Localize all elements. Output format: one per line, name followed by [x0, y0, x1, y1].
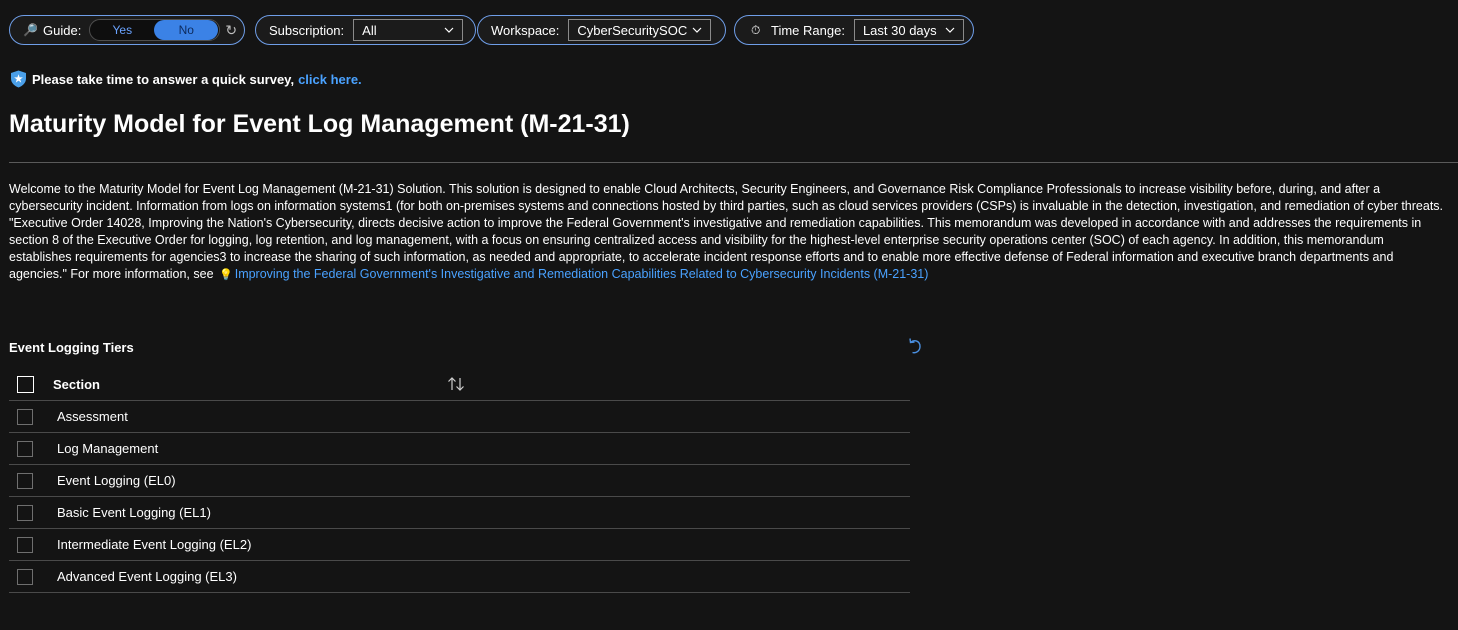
time-range-dropdown[interactable]: Last 30 days: [853, 19, 964, 41]
workspace-parameter: Workspace: CyberSecuritySOC: [477, 15, 726, 45]
time-range-label: Time Range:: [771, 22, 845, 38]
select-all-checkbox[interactable]: [17, 375, 34, 393]
row-checkbox[interactable]: [17, 440, 33, 457]
table-row[interactable]: Log Management: [9, 433, 910, 465]
guide-label: Guide:: [43, 22, 82, 38]
subscription-dropdown[interactable]: All: [353, 19, 464, 41]
subscription-label: Subscription:: [269, 22, 345, 38]
workspace-dropdown[interactable]: CyberSecuritySOC: [568, 19, 712, 41]
sort-icon[interactable]: [447, 376, 465, 392]
chevron-down-icon: [945, 27, 955, 33]
row-checkbox[interactable]: [17, 408, 33, 425]
subscription-parameter: Subscription: All: [255, 15, 476, 45]
row-checkbox[interactable]: [17, 568, 33, 585]
title-divider: [9, 162, 1458, 163]
page-title: Maturity Model for Event Log Management …: [9, 110, 630, 138]
row-label: Assessment: [57, 409, 128, 424]
chevron-down-icon: [692, 27, 702, 33]
guide-option-no[interactable]: No: [154, 20, 219, 40]
row-checkbox[interactable]: [17, 536, 33, 553]
grid-header: Section: [9, 368, 910, 401]
guide-parameter: 🔎 Guide: Yes No ↻: [9, 15, 245, 45]
column-header-section[interactable]: Section: [53, 377, 100, 392]
row-label: Event Logging (EL0): [57, 473, 176, 488]
survey-text: Please take time to answer a quick surve…: [32, 71, 295, 87]
subscription-value: All: [362, 22, 377, 38]
workspace-label: Workspace:: [491, 22, 560, 38]
row-label: Basic Event Logging (EL1): [57, 505, 211, 520]
shield-star-icon: [11, 70, 26, 88]
guide-toggle: Yes No: [89, 19, 221, 41]
m-21-31-link[interactable]: Improving the Federal Government's Inves…: [235, 267, 929, 281]
table-row[interactable]: Basic Event Logging (EL1): [9, 497, 910, 529]
time-range-value: Last 30 days: [862, 22, 937, 38]
table-row[interactable]: Advanced Event Logging (EL3): [9, 561, 910, 593]
lightbulb-icon: 💡: [219, 269, 233, 281]
workbook-page: 🔎 Guide: Yes No ↻ Subscription: All Work…: [0, 0, 1458, 630]
guide-option-yes[interactable]: Yes: [90, 20, 154, 40]
chevron-down-icon: [444, 27, 454, 33]
survey-banner: Please take time to answer a quick surve…: [10, 70, 362, 88]
table-row[interactable]: Intermediate Event Logging (EL2): [9, 529, 910, 561]
row-label: Advanced Event Logging (EL3): [57, 569, 237, 584]
event-logging-tiers-grid: Section Assessment Log Management Event …: [9, 368, 910, 593]
row-label: Log Management: [57, 441, 159, 456]
survey-link[interactable]: click here.: [298, 72, 362, 87]
row-label: Intermediate Event Logging (EL2): [57, 537, 252, 552]
refresh-icon[interactable]: ↻: [225, 22, 237, 39]
magnifier-icon: 🔎: [23, 23, 38, 37]
row-checkbox[interactable]: [17, 472, 33, 489]
undo-icon[interactable]: [905, 337, 925, 357]
row-checkbox[interactable]: [17, 504, 33, 521]
time-range-parameter: ⏱ Time Range: Last 30 days: [734, 15, 974, 45]
workspace-value: CyberSecuritySOC: [577, 22, 688, 38]
table-row[interactable]: Event Logging (EL0): [9, 465, 910, 497]
grid-title: Event Logging Tiers: [9, 340, 134, 355]
table-row[interactable]: Assessment: [9, 401, 910, 433]
stopwatch-icon: ⏱: [751, 22, 761, 37]
description: Welcome to the Maturity Model for Event …: [9, 181, 1449, 284]
